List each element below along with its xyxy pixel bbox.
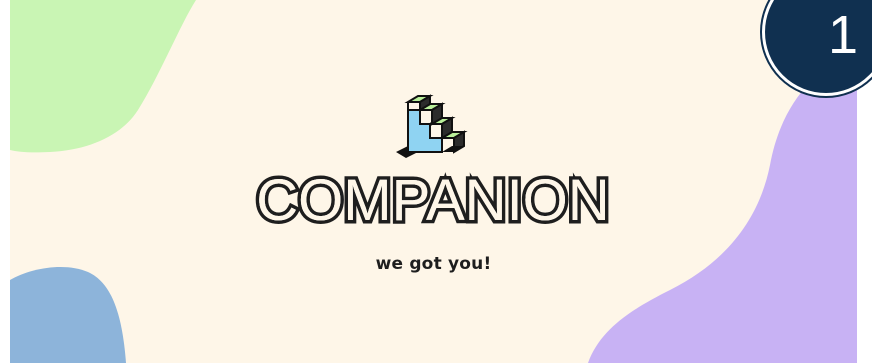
tagline: we got you! bbox=[375, 254, 492, 274]
wordmark-inner: COMPANION bbox=[256, 168, 609, 233]
companion-wordmark: COMPANION COMPANION bbox=[10, 162, 857, 242]
step-number: 1 bbox=[827, 5, 859, 65]
blue-blob bbox=[10, 266, 126, 363]
slide-frame: COMPANION COMPANION we got you! 1 bbox=[0, 0, 872, 363]
green-blob bbox=[10, 0, 196, 153]
companion-banner: COMPANION COMPANION we got you! bbox=[10, 0, 857, 363]
stairs-icon bbox=[384, 88, 484, 160]
